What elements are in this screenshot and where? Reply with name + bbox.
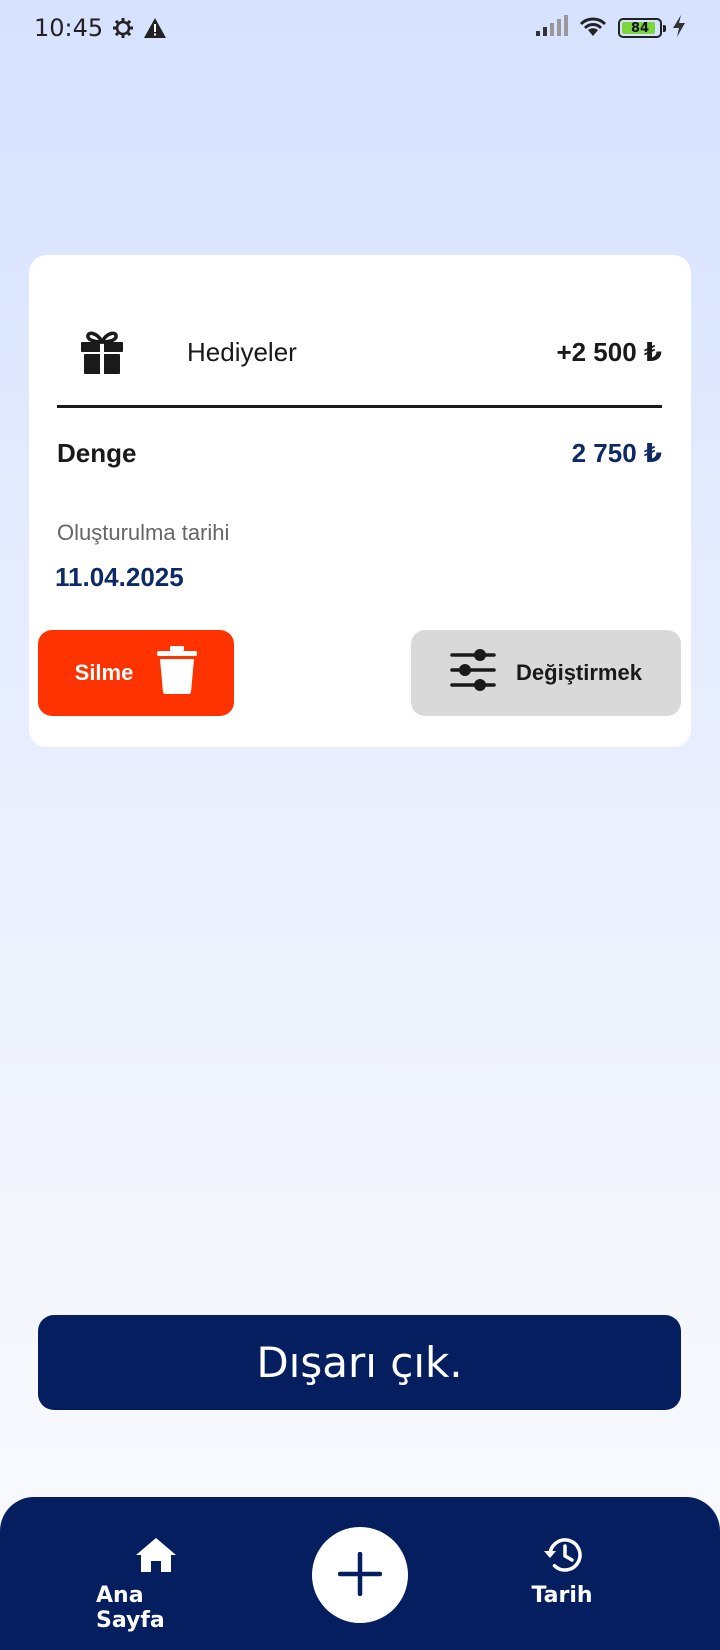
battery-level: 84 [630, 20, 650, 36]
created-date-value: 11.04.2025 [55, 562, 184, 592]
delete-button[interactable]: Silme [38, 630, 234, 716]
delete-button-label: Silme [74, 660, 134, 685]
nav-history-label: Tarih [531, 1583, 593, 1608]
nav-home-label: Ana Sayfa [96, 1583, 165, 1633]
plus-icon [337, 1551, 383, 1599]
wifi-icon [578, 15, 608, 41]
transaction-amount: +2 500 ₺ [556, 336, 662, 367]
charging-icon [672, 15, 686, 41]
history-icon [542, 1537, 582, 1579]
sliders-icon [450, 648, 496, 698]
created-date-label: Oluşturulma tarihi [57, 520, 230, 545]
settings-icon [111, 16, 135, 40]
edit-button-label: Değiştirmek [516, 660, 642, 685]
edit-button[interactable]: Değiştirmek [411, 630, 681, 716]
logout-button[interactable]: Dışarı çık. [38, 1315, 681, 1410]
status-left: 10:45 [34, 14, 167, 42]
nav-history[interactable]: Tarih [502, 1537, 622, 1608]
signal-icon [536, 15, 568, 41]
bottom-nav: Ana Sayfa Tarih [0, 1497, 720, 1650]
category-row: Hediyeler +2 500 ₺ [57, 317, 662, 387]
battery-icon: 84 [618, 18, 666, 38]
transaction-card: Hediyeler +2 500 ₺ Denge 2 750 ₺ Oluştur… [29, 255, 691, 747]
logout-button-label: Dışarı çık. [256, 1338, 463, 1387]
gift-icon [79, 329, 125, 375]
divider [57, 405, 662, 408]
add-button[interactable] [312, 1527, 408, 1623]
balance-label: Denge [57, 438, 137, 468]
home-icon [135, 1537, 177, 1579]
nav-home[interactable]: Ana Sayfa [96, 1537, 216, 1633]
status-right: 84 [536, 15, 686, 41]
balance-value: 2 750 ₺ [571, 438, 662, 468]
trash-icon [157, 646, 198, 700]
balance-row: Denge 2 750 ₺ [57, 438, 662, 469]
status-time: 10:45 [34, 14, 104, 42]
warning-icon [143, 17, 167, 39]
status-bar: 10:45 84 [0, 0, 720, 56]
category-name: Hediyeler [187, 336, 297, 367]
